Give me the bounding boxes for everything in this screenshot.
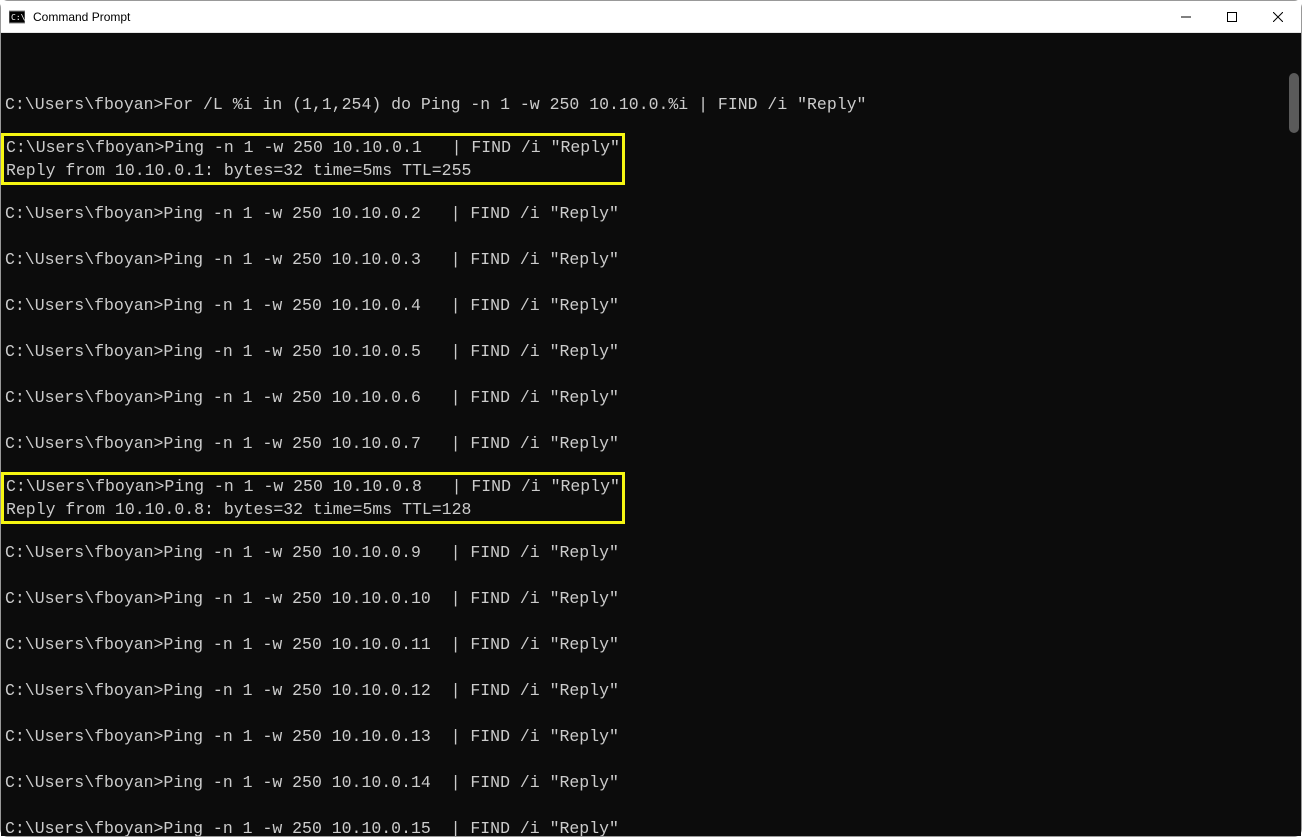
highlight-annotation: C:\Users\fboyan>Ping -n 1 -w 250 10.10.0… (1, 133, 625, 185)
command-line: C:\Users\fboyan>Ping -n 1 -w 250 10.10.0… (5, 771, 1301, 794)
command-line: C:\Users\fboyan>Ping -n 1 -w 250 10.10.0… (5, 817, 1301, 836)
terminal-line: C:\Users\fboyan>Ping -n 1 -w 250 10.10.0… (5, 817, 1301, 836)
reply-line: Reply from 10.10.0.1: bytes=32 time=5ms … (6, 159, 620, 182)
command-line: C:\Users\fboyan>Ping -n 1 -w 250 10.10.0… (5, 202, 1301, 225)
cmd-icon: C:\ (9, 9, 25, 25)
close-button[interactable] (1255, 1, 1301, 32)
command-line: C:\Users\fboyan>Ping -n 1 -w 250 10.10.0… (5, 294, 1301, 317)
maximize-button[interactable] (1209, 1, 1255, 32)
scrollbar[interactable] (1287, 33, 1299, 836)
command-line: C:\Users\fboyan>Ping -n 1 -w 250 10.10.0… (6, 136, 620, 159)
minimize-button[interactable] (1163, 1, 1209, 32)
terminal-content: C:\Users\fboyan>For /L %i in (1,1,254) d… (5, 93, 1301, 836)
terminal-line: C:\Users\fboyan>Ping -n 1 -w 250 10.10.0… (5, 771, 1301, 794)
terminal-area[interactable]: C:\Users\fboyan>For /L %i in (1,1,254) d… (1, 33, 1301, 836)
terminal-line: C:\Users\fboyan>Ping -n 1 -w 250 10.10.0… (5, 340, 1301, 363)
highlight-annotation: C:\Users\fboyan>Ping -n 1 -w 250 10.10.0… (1, 472, 625, 524)
terminal-line: C:\Users\fboyan>Ping -n 1 -w 250 10.10.0… (5, 294, 1301, 317)
command-line: C:\Users\fboyan>For /L %i in (1,1,254) d… (5, 93, 1301, 116)
terminal-line: C:\Users\fboyan>Ping -n 1 -w 250 10.10.0… (5, 679, 1301, 702)
command-line: C:\Users\fboyan>Ping -n 1 -w 250 10.10.0… (5, 432, 1301, 455)
terminal-line: C:\Users\fboyan>Ping -n 1 -w 250 10.10.0… (5, 633, 1301, 656)
terminal-line: C:\Users\fboyan>For /L %i in (1,1,254) d… (5, 93, 1301, 116)
terminal-line: C:\Users\fboyan>Ping -n 1 -w 250 10.10.0… (5, 541, 1301, 564)
terminal-line: C:\Users\fboyan>Ping -n 1 -w 250 10.10.0… (5, 725, 1301, 748)
command-line: C:\Users\fboyan>Ping -n 1 -w 250 10.10.0… (6, 475, 620, 498)
terminal-line: C:\Users\fboyan>Ping -n 1 -w 250 10.10.0… (5, 202, 1301, 225)
reply-line: Reply from 10.10.0.8: bytes=32 time=5ms … (6, 498, 620, 521)
command-line: C:\Users\fboyan>Ping -n 1 -w 250 10.10.0… (5, 386, 1301, 409)
window-title: Command Prompt (33, 10, 1163, 24)
terminal-line: C:\Users\fboyan>Ping -n 1 -w 250 10.10.0… (5, 248, 1301, 271)
command-line: C:\Users\fboyan>Ping -n 1 -w 250 10.10.0… (5, 248, 1301, 271)
window-controls (1163, 1, 1301, 32)
command-line: C:\Users\fboyan>Ping -n 1 -w 250 10.10.0… (5, 340, 1301, 363)
command-line: C:\Users\fboyan>Ping -n 1 -w 250 10.10.0… (5, 587, 1301, 610)
terminal-line: C:\Users\fboyan>Ping -n 1 -w 250 10.10.0… (5, 432, 1301, 455)
svg-text:C:\: C:\ (11, 13, 25, 22)
command-line: C:\Users\fboyan>Ping -n 1 -w 250 10.10.0… (5, 633, 1301, 656)
command-line: C:\Users\fboyan>Ping -n 1 -w 250 10.10.0… (5, 725, 1301, 748)
terminal-line: C:\Users\fboyan>Ping -n 1 -w 250 10.10.0… (5, 587, 1301, 610)
command-line: C:\Users\fboyan>Ping -n 1 -w 250 10.10.0… (5, 679, 1301, 702)
titlebar[interactable]: C:\ Command Prompt (1, 1, 1301, 33)
scrollbar-thumb[interactable] (1289, 73, 1299, 133)
command-line: C:\Users\fboyan>Ping -n 1 -w 250 10.10.0… (5, 541, 1301, 564)
terminal-line: C:\Users\fboyan>Ping -n 1 -w 250 10.10.0… (5, 386, 1301, 409)
